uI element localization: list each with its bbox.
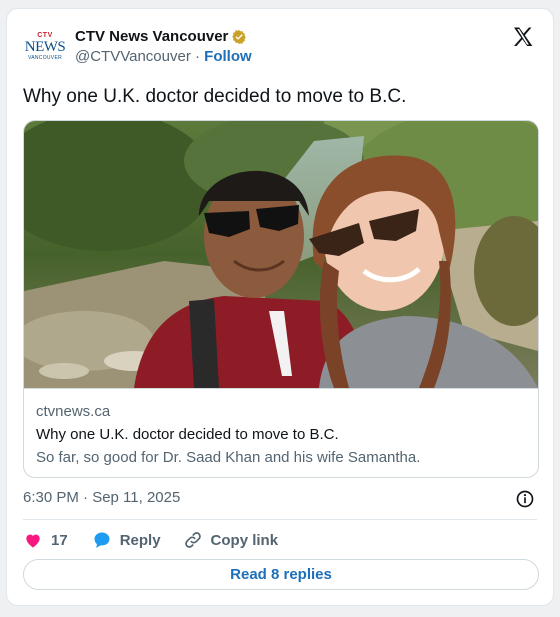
x-logo-icon[interactable] xyxy=(511,25,535,49)
logo-news-text: NEWS xyxy=(24,39,66,55)
tweet-header: CTV NEWS VANCOUVER CTV News Vancouver @C… xyxy=(23,23,537,71)
info-icon[interactable] xyxy=(515,489,535,509)
ctv-news-vancouver-logo[interactable]: CTV NEWS VANCOUVER xyxy=(23,27,67,67)
reply-bubble-icon xyxy=(94,532,110,548)
tweet-timestamp[interactable]: 6:30 PM · Sep 11, 2025 xyxy=(23,489,180,506)
link-chain-icon xyxy=(184,532,201,548)
account-handle[interactable]: @CTVVancouver xyxy=(75,48,191,65)
follow-link[interactable]: Follow xyxy=(204,48,252,65)
handle-separator: · xyxy=(190,48,205,65)
link-info[interactable]: ctvnews.ca Why one U.K. doctor decided t… xyxy=(24,388,538,477)
reply-label: Reply xyxy=(119,531,161,549)
link-title: Why one U.K. doctor decided to move to B… xyxy=(36,426,339,443)
read-replies-button[interactable]: Read 8 replies xyxy=(23,559,539,590)
action-bar: 17 Reply Copy link xyxy=(23,528,300,552)
tweet-meta: 6:30 PM · Sep 11, 2025 xyxy=(23,489,537,511)
tweet-embed-card: CTV NEWS VANCOUVER CTV News Vancouver @C… xyxy=(6,8,554,606)
divider xyxy=(23,519,537,520)
tweet-text: Why one U.K. doctor decided to move to B… xyxy=(23,86,407,107)
handle-row: @CTVVancouver · Follow xyxy=(75,48,252,65)
link-preview-card[interactable]: ctvnews.ca Why one U.K. doctor decided t… xyxy=(23,120,539,478)
copy-link-button[interactable]: Copy link xyxy=(183,530,279,550)
logo-city-text: VANCOUVER xyxy=(27,55,62,61)
preview-photo[interactable] xyxy=(24,121,538,388)
link-domain: ctvnews.ca xyxy=(36,403,111,420)
display-name[interactable]: CTV News Vancouver xyxy=(75,28,228,45)
link-description: So far, so good for Dr. Saad Khan and hi… xyxy=(36,449,421,466)
like-count: 17 xyxy=(51,531,68,549)
verified-badge-icon xyxy=(232,29,247,44)
copy-link-label: Copy link xyxy=(210,531,279,549)
account-names: CTV News Vancouver @CTVVancouver · Follo… xyxy=(75,28,252,65)
reply-button[interactable]: Reply xyxy=(92,530,161,550)
heart-icon xyxy=(26,534,40,548)
like-button[interactable]: 17 xyxy=(23,530,68,550)
